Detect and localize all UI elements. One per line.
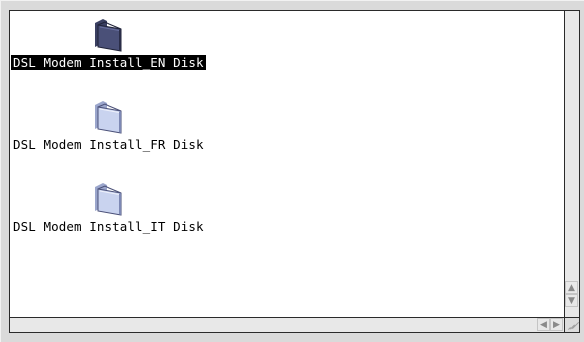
scroll-up-icon: ▲ bbox=[568, 282, 575, 293]
scroll-up-button[interactable]: ▲ bbox=[565, 281, 578, 294]
resize-handle[interactable] bbox=[565, 318, 580, 333]
folder-label: DSL Modem Install_EN Disk bbox=[11, 55, 206, 70]
folder-icon bbox=[95, 19, 122, 52]
scroll-left-icon: ◀ bbox=[540, 319, 547, 330]
scroll-down-button[interactable]: ▼ bbox=[565, 294, 578, 307]
scroll-left-button[interactable]: ◀ bbox=[537, 318, 550, 331]
horizontal-scrollbar[interactable]: ◀ ▶ bbox=[9, 318, 565, 333]
window-content-area[interactable]: DSL Modem Install_EN Disk DSL Modem Inst… bbox=[9, 10, 565, 318]
folder-label: DSL Modem Install_IT Disk bbox=[13, 219, 204, 234]
folder-item-fr[interactable]: DSL Modem Install_FR Disk bbox=[11, 99, 206, 152]
vertical-scrollbar[interactable]: ▲ ▼ bbox=[565, 10, 580, 318]
folder-label: DSL Modem Install_FR Disk bbox=[13, 137, 204, 152]
finder-window: DSL Modem Install_EN Disk DSL Modem Inst… bbox=[0, 0, 584, 342]
folder-icon bbox=[95, 183, 122, 216]
scroll-down-icon: ▼ bbox=[568, 295, 575, 306]
folder-icon bbox=[95, 101, 122, 134]
scroll-right-icon: ▶ bbox=[553, 319, 560, 330]
folder-item-en[interactable]: DSL Modem Install_EN Disk bbox=[11, 17, 206, 70]
folder-item-it[interactable]: DSL Modem Install_IT Disk bbox=[11, 181, 206, 234]
scroll-right-button[interactable]: ▶ bbox=[550, 318, 563, 331]
